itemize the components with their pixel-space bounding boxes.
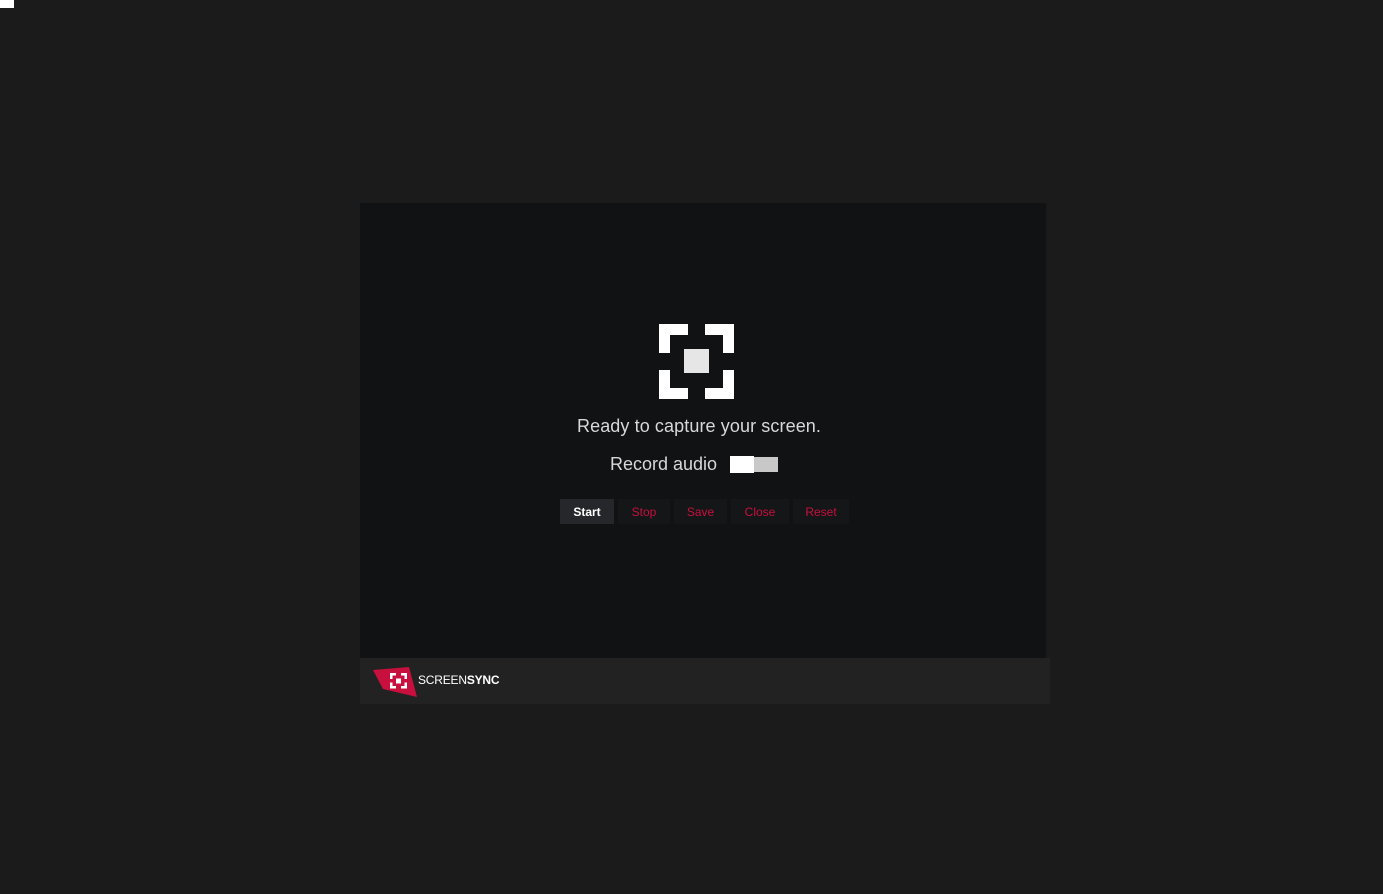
record-audio-label: Record audio: [610, 453, 718, 474]
status-message: Ready to capture your screen.: [576, 416, 822, 436]
record-audio-row: Record audio: [610, 453, 779, 475]
screen-capture-icon: [659, 324, 734, 399]
toggle-knob[interactable]: [730, 455, 755, 473]
close-button[interactable]: Close: [731, 499, 789, 524]
brand-name-bold: SYNC: [466, 673, 500, 687]
window-corner-marker: [0, 0, 14, 8]
start-button[interactable]: Start: [560, 499, 614, 524]
save-button[interactable]: Save: [674, 499, 727, 524]
brand-name: SCREENSYNC: [418, 673, 500, 687]
footer-bar: SCREENSYNC: [360, 658, 1050, 704]
brand-name-light: SCREEN: [418, 673, 467, 687]
screensync-logo-icon: [373, 667, 417, 697]
panel-edge: [1046, 203, 1048, 658]
stop-button[interactable]: Stop: [618, 499, 670, 524]
reset-button[interactable]: Reset: [793, 499, 849, 524]
capture-panel: Ready to capture your screen. Record aud…: [360, 203, 1048, 658]
control-buttons: Start Stop Save Close Reset: [560, 499, 849, 524]
record-audio-toggle[interactable]: [730, 455, 779, 473]
